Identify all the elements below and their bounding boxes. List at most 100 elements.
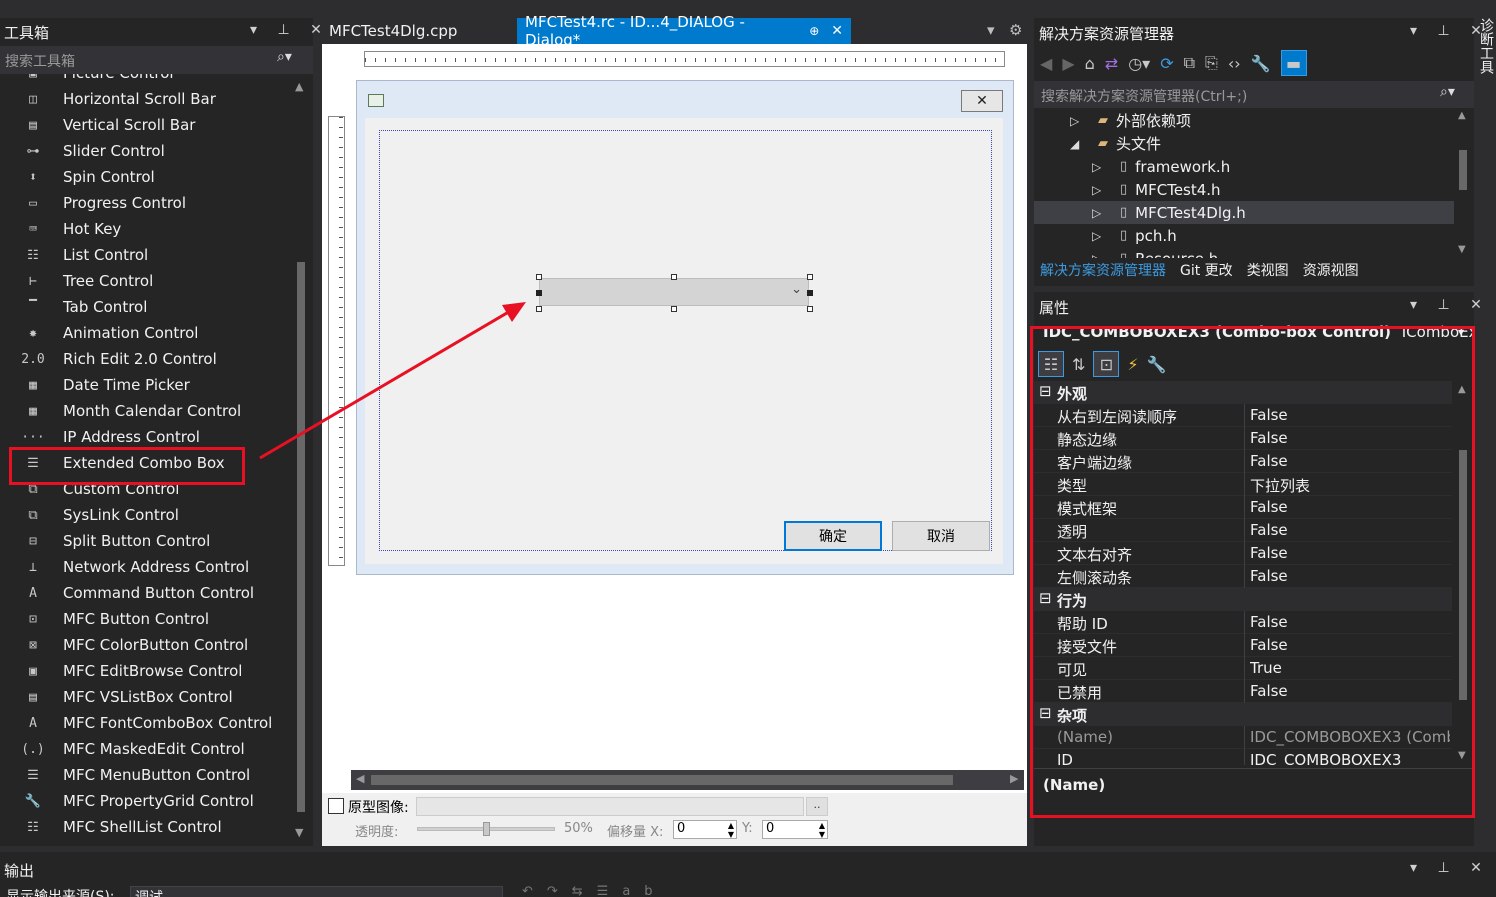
solution-scrollbar[interactable]: ▲ ▼ <box>1456 110 1470 258</box>
resize-handle[interactable] <box>671 274 677 280</box>
toolbox-item[interactable]: ⊠ MFC ColorButton Control <box>0 632 292 658</box>
resize-handle[interactable] <box>536 274 542 280</box>
toolbox-item[interactable]: ☰ MFC MenuButton Control <box>0 762 292 788</box>
output-title-buttons[interactable]: ▾ ⊥ ✕ <box>1410 860 1490 876</box>
toolbox-item[interactable]: ▣ MFC EditBrowse Control <box>0 658 292 684</box>
tab-dropdown-icon[interactable]: ▾ <box>987 21 995 39</box>
collapsed-icon[interactable]: ▷ <box>1092 206 1108 220</box>
sync-icon[interactable]: ⟳ <box>1160 54 1173 73</box>
toolbox-item[interactable]: ⊡ MFC Button Control <box>0 606 292 632</box>
tab-mfctest4dlg-cpp[interactable]: MFCTest4Dlg.cpp <box>321 18 513 44</box>
tab-solution-explorer[interactable]: 解决方案资源管理器 <box>1034 260 1166 284</box>
resize-handle[interactable] <box>807 274 813 280</box>
pin-icon[interactable]: ⊕ <box>809 24 819 38</box>
forward-icon[interactable]: ▶ <box>1062 54 1074 73</box>
toolbox-title-buttons[interactable]: ▾ ⊥ ✕ <box>250 22 330 38</box>
output-toolbar-icons[interactable]: ↶↷⇆☰ab <box>522 884 667 897</box>
code-icon[interactable]: ‹› <box>1228 54 1241 73</box>
solution-tree-item[interactable]: ▷ ▯ pch.h <box>1034 224 1454 247</box>
horizontal-ruler[interactable] <box>364 51 1005 67</box>
opacity-slider[interactable] <box>417 822 555 836</box>
scroll-up-icon[interactable]: ▲ <box>295 80 303 93</box>
collapsed-icon[interactable]: ▷ <box>1070 114 1086 128</box>
spin-icon[interactable]: ▲ ▼ <box>728 821 734 839</box>
tab-git-changes[interactable]: Git 更改 <box>1180 260 1233 284</box>
toolbox-item-partial[interactable]: ▣ Picture Control <box>0 74 292 86</box>
prototype-path-input[interactable] <box>416 797 804 816</box>
scroll-right-icon[interactable]: ▶ <box>1010 772 1018 785</box>
collapse-icon[interactable]: ⧉ <box>1184 53 1195 73</box>
designer-hscrollbar[interactable]: ◀ ▶ <box>351 770 1024 790</box>
solution-tree-item[interactable]: ◢ ▰ 头文件 <box>1034 132 1454 155</box>
toolbox-item[interactable]: ▤ Vertical Scroll Bar <box>0 112 292 138</box>
collapsed-icon[interactable]: ▷ <box>1092 160 1108 174</box>
toolbox-item[interactable]: A Command Button Control <box>0 580 292 606</box>
output-source-select[interactable]: 调试 <box>130 886 503 897</box>
solution-tree-item[interactable]: ▷ ▯ MFCTest4Dlg.h <box>1034 201 1454 224</box>
copy-icon[interactable]: ⎘ <box>1205 53 1218 73</box>
scroll-up-icon[interactable]: ▲ <box>1458 110 1466 121</box>
solution-tree-item[interactable]: ▷ ▰ 外部依赖项 <box>1034 109 1454 132</box>
toolbox-item[interactable]: A MFC FontComboBox Control <box>0 710 292 736</box>
toolbox-item[interactable]: ▭ Progress Control <box>0 190 292 216</box>
offset-x-input[interactable]: 0 ▲ ▼ <box>673 820 737 839</box>
toolbox-item[interactable]: ⊥ Network Address Control <box>0 554 292 580</box>
toolbox-item[interactable]: ▦ Month Calendar Control <box>0 398 292 424</box>
diagnostic-tools-tab[interactable]: 诊断工具 <box>1477 18 1496 88</box>
scroll-left-icon[interactable]: ◀ <box>356 772 364 785</box>
toolbox-item[interactable]: ◫ Horizontal Scroll Bar <box>0 86 292 112</box>
scroll-down-icon[interactable]: ▼ <box>1458 244 1466 255</box>
toolbox-item[interactable]: ✸ Animation Control <box>0 320 292 346</box>
toolbox-item[interactable]: ☷ List Control <box>0 242 292 268</box>
toolbox-item[interactable]: ☷ MFC ShellList Control <box>0 814 292 840</box>
toolbox-item[interactable]: ⊢ Tree Control <box>0 268 292 294</box>
opacity-slider-thumb[interactable] <box>483 822 490 836</box>
ok-button[interactable]: 确定 <box>784 521 882 551</box>
tab-mfctest4-rc[interactable]: MFCTest4.rc - ID...4_DIALOG - Dialog* ⊕ … <box>517 13 851 49</box>
scroll-down-icon[interactable]: ▼ <box>295 826 303 839</box>
search-icon[interactable]: ⌕▾ <box>1440 84 1455 100</box>
toolbox-item[interactable]: ⌨ Hot Key <box>0 216 292 242</box>
resize-handle[interactable] <box>671 306 677 312</box>
browse-button[interactable]: .. <box>806 797 828 816</box>
tab-class-view[interactable]: 类视图 <box>1247 260 1289 284</box>
toolbox-item[interactable]: 🔧 MFC PropertyGrid Control <box>0 788 292 814</box>
toolbox-item[interactable]: ⊶ Slider Control <box>0 138 292 164</box>
solution-tree-item[interactable]: ▷ ▯ framework.h <box>1034 155 1454 178</box>
toolbox-item[interactable]: ▤ MFC VSListBox Control <box>0 684 292 710</box>
close-tab-icon[interactable]: ✕ <box>831 23 843 39</box>
spin-icon[interactable]: ▲ ▼ <box>819 821 825 839</box>
home-icon[interactable]: ⌂ <box>1085 54 1095 73</box>
toolbox-item[interactable]: 2.0 Rich Edit 2.0 Control <box>0 346 292 372</box>
resize-handle[interactable] <box>807 306 813 312</box>
history-icon[interactable]: ◷▾ <box>1128 54 1150 73</box>
combo-box-ex-control[interactable]: ⌄ <box>539 278 809 306</box>
wrench-icon[interactable]: 🔧 <box>1251 54 1271 73</box>
collapsed-icon[interactable]: ▷ <box>1092 183 1108 197</box>
collapsed-icon[interactable]: ▷ <box>1092 229 1108 243</box>
designer-hscroll-thumb[interactable] <box>371 775 953 785</box>
offset-y-input[interactable]: 0 ▲ ▼ <box>762 820 828 839</box>
expanded-icon[interactable]: ◢ <box>1070 137 1086 151</box>
toolbox-item[interactable]: ⬍ Spin Control <box>0 164 292 190</box>
dialog-close-icon[interactable]: ✕ <box>961 90 1003 112</box>
toolbox-item[interactable]: ⧉ SysLink Control <box>0 502 292 528</box>
prototype-checkbox[interactable] <box>328 798 344 814</box>
collapsed-icon[interactable]: ▷ <box>1092 252 1108 259</box>
switch-view-icon[interactable]: ⇄ <box>1105 54 1118 73</box>
toolbox-item[interactable]: ⊟ Split Button Control <box>0 528 292 554</box>
properties-title-buttons[interactable]: ▾ ⊥ ✕ <box>1410 297 1490 313</box>
cancel-button[interactable]: 取消 <box>892 521 990 551</box>
search-icon[interactable]: ⌕▾ <box>277 49 292 65</box>
solution-scroll-thumb[interactable] <box>1459 150 1467 190</box>
toolbox-item[interactable]: (.) MFC MaskedEdit Control <box>0 736 292 762</box>
tab-resource-view[interactable]: 资源视图 <box>1303 260 1359 284</box>
back-icon[interactable]: ◀ <box>1040 54 1052 73</box>
toolbox-item[interactable]: ▔ Tab Control <box>0 294 292 320</box>
solution-search-input[interactable]: 搜索解决方案资源管理器(Ctrl+;) ⌕▾ <box>1034 81 1474 108</box>
solution-tree-item[interactable]: ▷ ▯ MFCTest4.h <box>1034 178 1454 201</box>
resize-handle[interactable] <box>807 290 813 296</box>
preview-icon[interactable]: ▬ <box>1280 50 1307 76</box>
solution-tree-item[interactable]: ▷ ▯ Resource.h <box>1034 247 1454 259</box>
toolbox-item[interactable]: ▦ Date Time Picker <box>0 372 292 398</box>
